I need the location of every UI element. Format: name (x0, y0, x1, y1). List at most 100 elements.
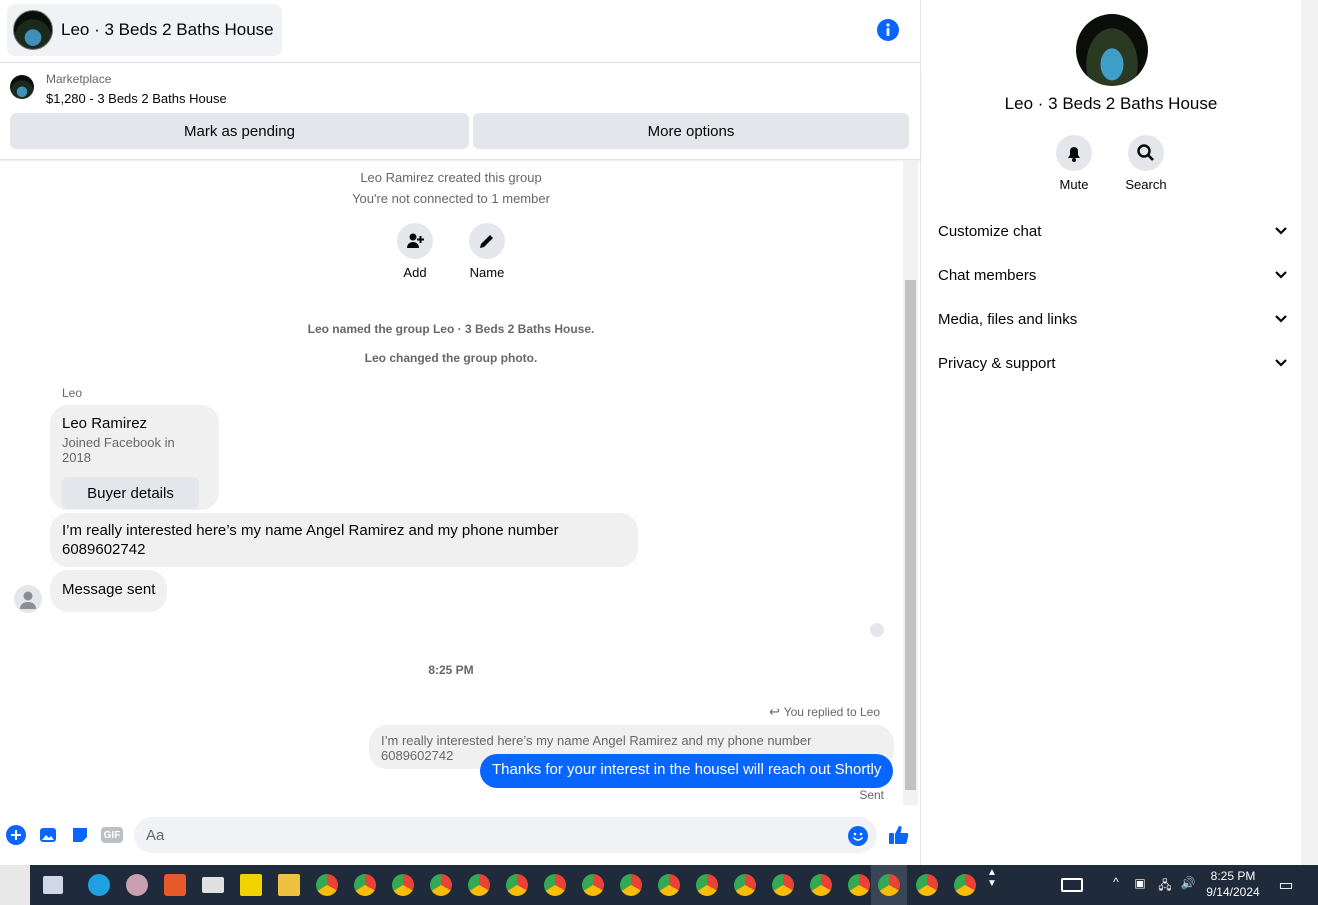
chat-title-button[interactable]: Leo · 3 Beds 2 Baths House (7, 4, 282, 56)
name-group-action[interactable]: Name (457, 223, 517, 280)
volume-icon[interactable]: 🔊 (1180, 876, 1196, 890)
pencil-icon (469, 223, 505, 259)
thumbs-up-icon[interactable] (888, 824, 910, 846)
add-label: Add (403, 265, 427, 280)
sender-name: Leo (62, 386, 83, 400)
sender-avatar[interactable] (14, 585, 42, 613)
mail-icon[interactable] (202, 877, 224, 893)
page-scrollbar[interactable] (1301, 0, 1318, 865)
bell-icon (1056, 135, 1092, 171)
chat-details-panel: Leo · 3 Beds 2 Baths House Mute Search C… (922, 0, 1300, 865)
message-scrollbar-thumb[interactable] (905, 280, 916, 790)
chrome-icon[interactable] (316, 874, 338, 896)
clock-time: 8:25 PM (1210, 869, 1256, 883)
chevron-up-icon[interactable]: ^ (1109, 875, 1123, 889)
row-label: Privacy & support (938, 354, 1056, 372)
chrome-profile-icon[interactable] (506, 874, 528, 896)
paint-icon[interactable] (126, 874, 148, 896)
chrome-profile-icon[interactable] (582, 874, 604, 896)
privacy-support-row[interactable]: Privacy & support (938, 341, 1288, 385)
sticky-notes-icon[interactable] (240, 874, 262, 896)
news-widget-icon[interactable] (1061, 878, 1083, 892)
add-person-icon (397, 223, 433, 259)
buyer-joined: Joined Facebook in 2018 (62, 435, 175, 465)
sent-status: Sent (859, 788, 884, 802)
not-connected-text: You're not connected to 1 member (352, 191, 550, 206)
start-button[interactable] (0, 865, 30, 905)
clock-date: 9/14/2024 (1206, 885, 1260, 899)
name-label: Name (469, 265, 505, 280)
group-named-text: Leo named the group Leo · 3 Beds 2 Baths… (307, 322, 595, 336)
clock[interactable]: 8:25 PM 9/14/2024 (1200, 868, 1266, 900)
chrome-profile-icon[interactable] (734, 874, 756, 896)
chrome-profile-icon[interactable] (620, 874, 642, 896)
group-photo[interactable] (1076, 14, 1148, 86)
chrome-profile-icon[interactable] (848, 874, 870, 896)
mark-pending-button[interactable]: Mark as pending (10, 113, 469, 149)
sticker-icon[interactable] (70, 825, 90, 845)
reply-arrow-icon: ↩ (769, 704, 784, 719)
photo-icon[interactable] (38, 825, 58, 845)
info-icon[interactable] (877, 19, 899, 41)
row-label: Media, files and links (938, 310, 1078, 328)
chrome-profile-icon[interactable] (878, 874, 900, 896)
emoji-icon[interactable] (848, 826, 868, 846)
edge-icon[interactable] (88, 874, 110, 896)
task-view-icon[interactable] (43, 876, 63, 894)
taskbar: ▲ ▼ ^ ▣ 🖧 🔊 8:25 PM 9/14/2024 ▭ (0, 865, 1318, 905)
message-input[interactable]: Aa (134, 817, 877, 853)
chevron-down-icon (1274, 311, 1288, 328)
file-explorer-icon[interactable] (278, 874, 300, 896)
chrome-profile-icon[interactable] (544, 874, 566, 896)
listing-bar: Marketplace $1,280 - 3 Beds 2 Baths Hous… (0, 63, 921, 160)
chevron-down-icon (1274, 223, 1288, 240)
chrome-profile-icon[interactable] (468, 874, 490, 896)
chrome-profile-icon[interactable] (392, 874, 414, 896)
network-icon[interactable]: 🖧 (1157, 876, 1173, 897)
my-message-bubble[interactable]: Thanks for your interest in the housel w… (480, 754, 894, 788)
chrome-profile-icon[interactable] (772, 874, 794, 896)
plus-icon[interactable] (6, 825, 26, 845)
taskbar-scroll-arrows[interactable]: ▲ ▼ (985, 867, 999, 889)
chat-members-row[interactable]: Chat members (938, 253, 1288, 297)
chat-header: Leo · 3 Beds 2 Baths House (0, 0, 920, 63)
search-action[interactable]: Search (1116, 135, 1176, 192)
message-bubble[interactable]: Message sent (50, 570, 168, 612)
buyer-name: Leo Ramirez (62, 415, 148, 432)
chevron-down-icon (1274, 267, 1288, 284)
listing-thumbnail[interactable] (10, 75, 34, 99)
chat-title: Leo · 3 Beds 2 Baths House (61, 20, 274, 39)
buyer-details-button[interactable]: Buyer details (62, 477, 199, 509)
mute-action[interactable]: Mute (1044, 135, 1104, 192)
add-member-action[interactable]: Add (385, 223, 445, 280)
chrome-profile-icon[interactable] (954, 874, 976, 896)
chrome-profile-icon[interactable] (696, 874, 718, 896)
row-label: Customize chat (938, 222, 1042, 240)
media-files-row[interactable]: Media, files and links (938, 297, 1288, 341)
read-receipt-icon (870, 623, 884, 637)
store-icon[interactable] (164, 874, 186, 896)
chrome-profile-icon[interactable] (658, 874, 680, 896)
search-label: Search (1125, 177, 1167, 192)
message-timestamp: 8:25 PM (428, 663, 474, 677)
notifications-icon[interactable]: ▭ (1276, 875, 1296, 895)
composer: GIF Aa (0, 805, 921, 865)
side-title: Leo · 3 Beds 2 Baths House (1004, 94, 1218, 113)
group-avatar (13, 10, 53, 50)
chrome-profile-icon[interactable] (354, 874, 376, 896)
chrome-profile-icon[interactable] (916, 874, 938, 896)
search-icon (1128, 135, 1164, 171)
mute-label: Mute (1059, 177, 1089, 192)
message-bubble[interactable]: I’m really interested here’s my name Ang… (50, 513, 638, 567)
buyer-card: Leo Ramirez Joined Facebook in 2018 Buye… (50, 405, 219, 510)
gif-icon[interactable]: GIF (101, 827, 123, 843)
meet-now-icon[interactable]: ▣ (1133, 876, 1147, 890)
group-created-text: Leo Ramirez created this group (360, 170, 542, 185)
chrome-profile-icon[interactable] (810, 874, 832, 896)
customize-chat-row[interactable]: Customize chat (938, 209, 1288, 253)
more-options-button[interactable]: More options (473, 113, 909, 149)
message-list: Leo Ramirez created this group You're no… (0, 160, 921, 805)
listing-label: Marketplace (46, 72, 112, 86)
chrome-profile-icon[interactable] (430, 874, 452, 896)
listing-title[interactable]: $1,280 - 3 Beds 2 Baths House (46, 91, 227, 106)
